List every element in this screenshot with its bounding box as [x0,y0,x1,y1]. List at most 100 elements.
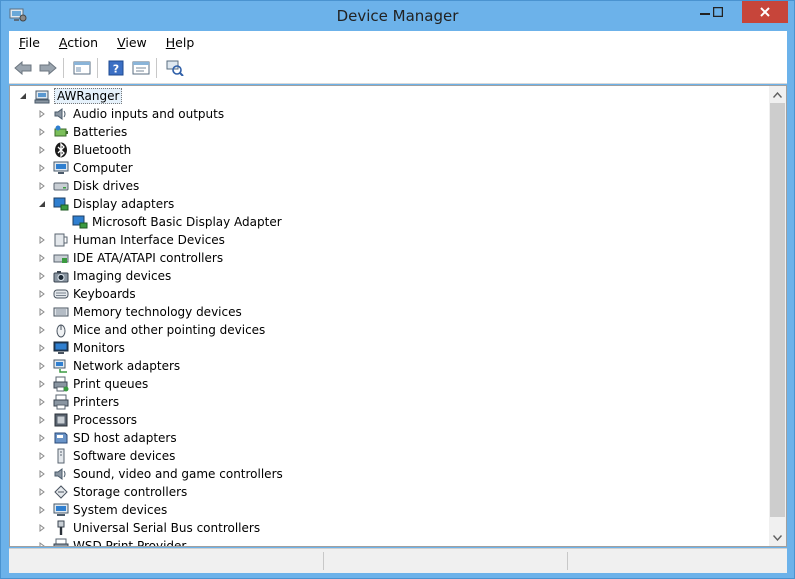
forward-button[interactable] [37,57,59,79]
menu-label-rest: elp [175,34,195,50]
tree-item-label: IDE ATA/ATAPI controllers [73,251,224,265]
tree-item-human-interface-devices[interactable]: Human Interface Devices [37,231,225,249]
camera-icon [53,268,69,284]
tree-expand-toggle[interactable] [37,469,47,479]
tree-item-batteries[interactable]: Batteries [37,123,127,141]
tree-expand-toggle[interactable] [37,505,47,515]
menu-action[interactable]: Action [49,35,107,50]
scan-hardware-changes-button[interactable] [164,57,186,79]
tree-item-network-adapters[interactable]: Network adapters [37,357,180,375]
tree-item-bluetooth[interactable]: Bluetooth [37,141,131,159]
expand-arrow-icon [39,398,45,406]
tree-expand-toggle[interactable] [37,271,47,281]
device-tree-panel[interactable]: AWRanger Audio inputs and outputs Batterie… [9,85,787,547]
tree-item-memory-technology-devices[interactable]: Memory technology devices [37,303,242,321]
tree-item-label: Network adapters [73,359,181,373]
tree-root[interactable]: AWRanger [18,87,123,105]
tree-collapse-toggle[interactable] [18,91,28,101]
show-hide-console-tree-button[interactable] [71,57,93,79]
menu-help[interactable]: Help [156,35,204,50]
vertical-scrollbar[interactable] [769,86,786,546]
tree-expand-toggle[interactable] [37,397,47,407]
tree-expand-toggle[interactable] [37,145,47,155]
tree-item-label: Audio inputs and outputs [73,107,225,121]
tree-item-sound-video-and-game-controllers[interactable]: Sound, video and game controllers [37,465,283,483]
tree-no-toggle [56,217,66,227]
tree-item-microsoft-basic-display-adapter[interactable]: Microsoft Basic Display Adapter [56,213,282,231]
tree-expand-toggle[interactable] [37,451,47,461]
expand-arrow-icon [39,254,45,262]
tree-expand-toggle[interactable] [37,523,47,533]
camera-icon [53,271,69,283]
scrollbar-thumb[interactable] [770,103,785,517]
menu-file[interactable]: File [9,35,49,50]
tree-item-imaging-devices[interactable]: Imaging devices [37,267,171,285]
close-button[interactable] [742,1,788,23]
tree-item-print-queues[interactable]: Print queues [37,375,148,393]
tree-item-system-devices[interactable]: System devices [37,501,167,519]
tree-item-processors[interactable]: Processors [37,411,137,429]
tree-expand-toggle[interactable] [37,127,47,137]
back-button[interactable] [12,57,34,79]
tree-item-ide-ata-atapi-controllers[interactable]: IDE ATA/ATAPI controllers [37,249,223,267]
tree-expand-toggle[interactable] [37,289,47,299]
tree-expand-toggle[interactable] [37,163,47,173]
expand-arrow-icon [39,110,45,118]
tree-item-label: Storage controllers [73,485,188,499]
status-divider [567,552,568,570]
maximize-button[interactable] [705,1,731,23]
tree-collapse-toggle[interactable] [37,199,47,209]
tree-item-software-devices[interactable]: Software devices [37,447,175,465]
tree-item-audio-inputs-and-outputs[interactable]: Audio inputs and outputs [37,105,224,123]
menu-accelerator: A [58,34,68,50]
computer-icon [53,161,69,174]
tree-expand-toggle[interactable] [37,487,47,497]
display-adapter-icon [72,214,88,230]
tree-expand-toggle[interactable] [37,361,47,371]
tree-expand-toggle[interactable] [37,307,47,317]
tree-item-mice-and-other-pointing-devices[interactable]: Mice and other pointing devices [37,321,265,339]
toolbar-separator [63,58,64,78]
update-driver-button[interactable] [130,57,152,79]
scroll-down-button[interactable] [769,529,786,546]
tree-item-keyboards[interactable]: Keyboards [37,285,136,303]
software-device-icon [53,448,69,464]
tree-expand-toggle[interactable] [37,343,47,353]
tree-item-storage-controllers[interactable]: Storage controllers [37,483,187,501]
expand-arrow-icon [39,182,45,190]
printer-icon [53,538,69,546]
menu-label-rest: ile [25,34,40,50]
tree-expand-toggle[interactable] [37,541,47,546]
tree-item-label: Batteries [73,125,128,139]
properties-pane-icon [73,61,91,75]
tree-expand-toggle[interactable] [37,235,47,245]
help-button[interactable]: ? [105,57,127,79]
tree-item-label: WSD Print Provider [73,539,187,547]
display-adapter-icon [53,196,69,212]
tree-item-universal-serial-bus-controllers[interactable]: Universal Serial Bus controllers [37,519,260,537]
window-title: Device Manager [336,7,459,25]
tree-item-wsd-print-provider[interactable]: WSD Print Provider [37,537,187,547]
tree-expand-toggle[interactable] [37,325,47,335]
tree-item-sd-host-adapters[interactable]: SD host adapters [37,429,177,447]
tree-item-monitors[interactable]: Monitors [37,339,125,357]
tree-item-label: Keyboards [73,287,136,301]
tree-item-label: Mice and other pointing devices [73,323,266,337]
tree-expand-toggle[interactable] [37,253,47,263]
tree-expand-toggle[interactable] [37,415,47,425]
tree-item-disk-drives[interactable]: Disk drives [37,177,139,195]
tree-expand-toggle[interactable] [37,379,47,389]
scan-hardware-icon [166,60,184,76]
tree-item-display-adapters[interactable]: Display adapters [37,195,174,213]
scroll-up-button[interactable] [769,86,786,103]
tree-expand-toggle[interactable] [37,109,47,119]
tree-expand-toggle[interactable] [37,181,47,191]
tree-item-label: Imaging devices [73,269,172,283]
storage-controller-icon [54,485,68,499]
tree-expand-toggle[interactable] [37,433,47,443]
menu-view[interactable]: View [107,35,156,50]
tree-item-computer[interactable]: Computer [37,159,133,177]
keyboard-icon [53,286,69,302]
tree-item-printers[interactable]: Printers [37,393,119,411]
title-bar[interactable]: Device Manager [1,1,794,31]
